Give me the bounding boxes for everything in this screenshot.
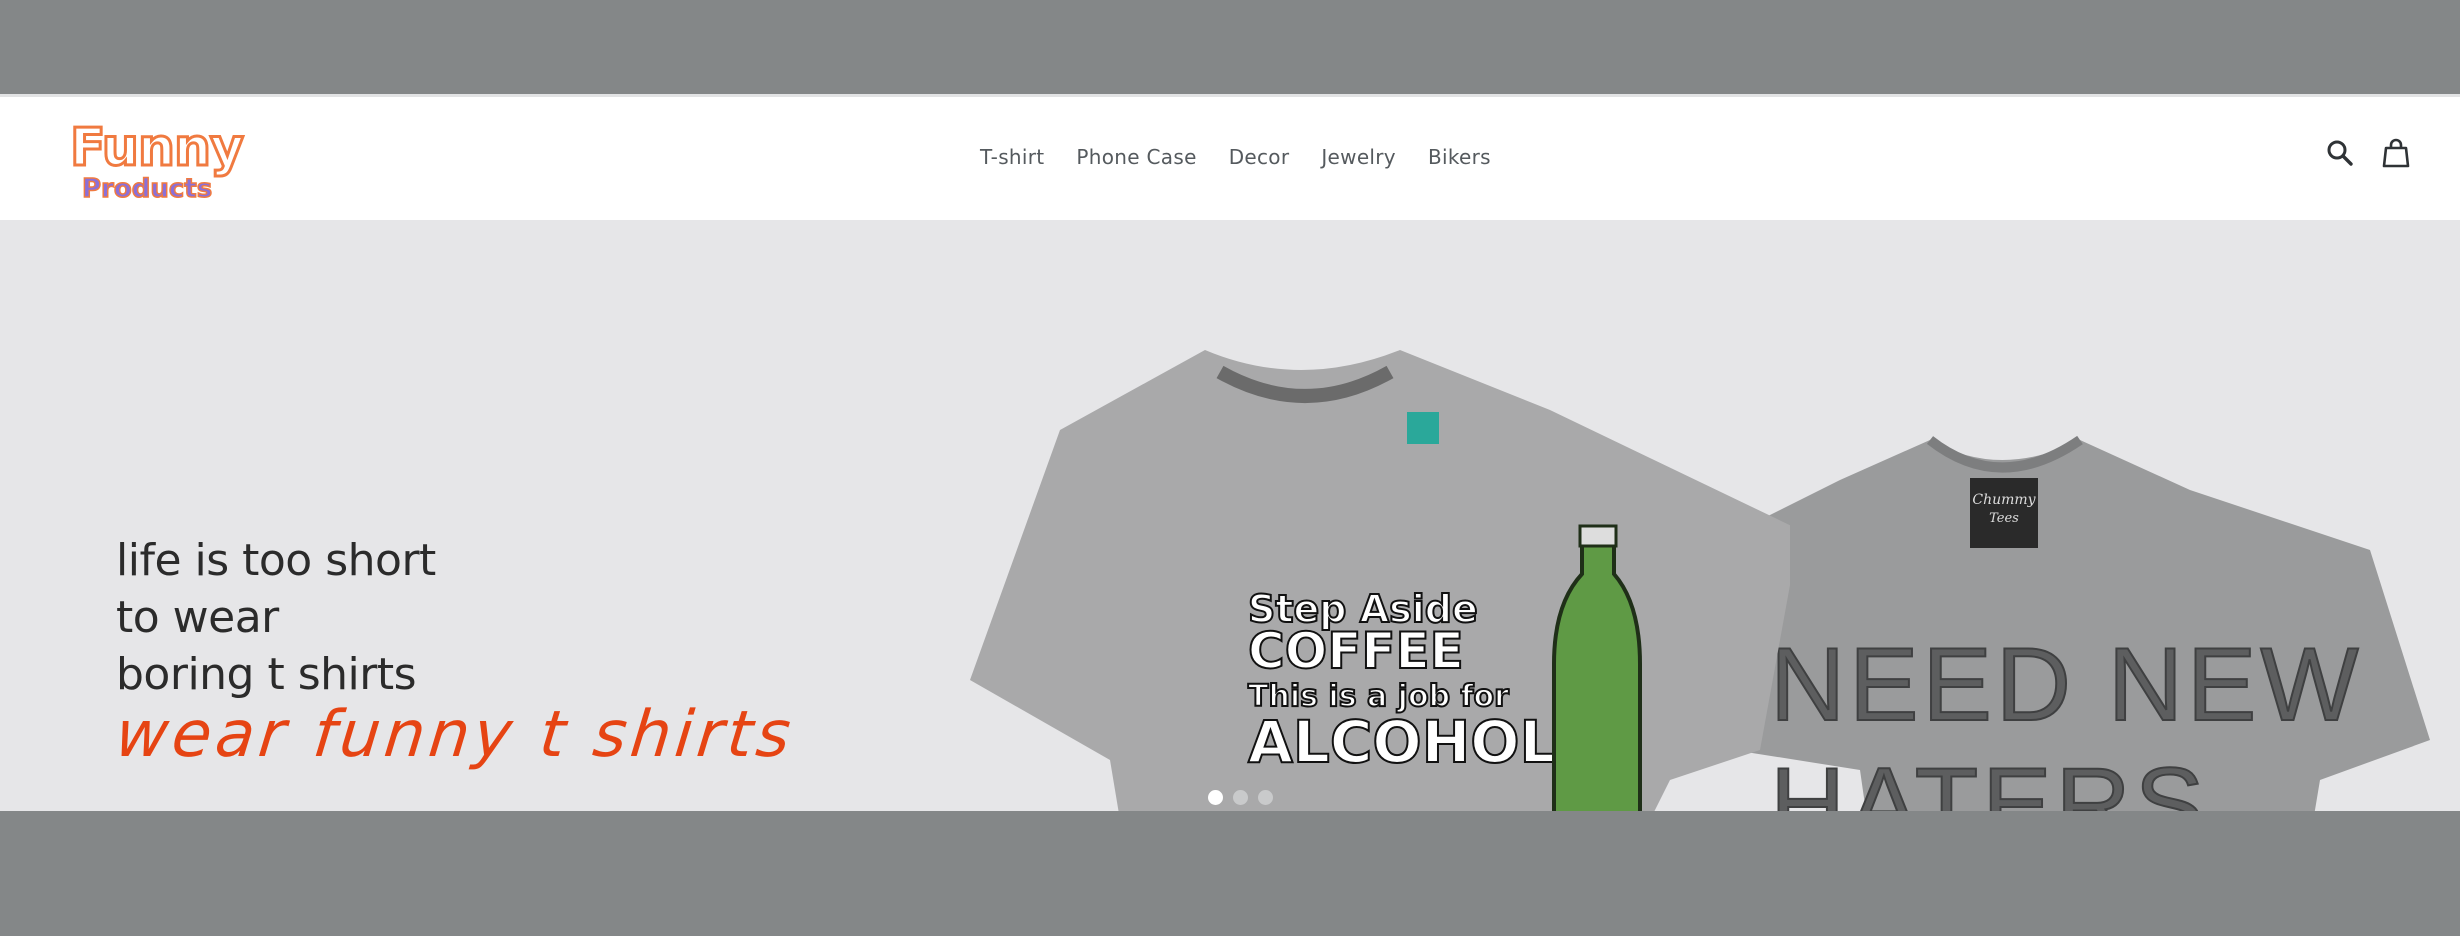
top-overlay-band	[0, 0, 2460, 94]
hero-line-2: to wear	[116, 592, 279, 643]
shirt2-print-line1: NEED NEW	[1770, 627, 2362, 743]
main-nav: T-shirt Phone Case Decor Jewelry Bikers	[968, 97, 1507, 217]
header-actions	[2324, 137, 2412, 169]
slide-dot-3[interactable]	[1258, 790, 1273, 805]
hero-line-1: life is too short	[116, 535, 436, 586]
cart-icon	[2382, 138, 2410, 168]
nav-decor[interactable]: Decor	[1213, 139, 1306, 175]
shirt2-tag-line2: Tees	[1989, 511, 2019, 526]
nav-bikers[interactable]: Bikers	[1412, 139, 1507, 175]
nav-phone-case[interactable]: Phone Case	[1060, 139, 1212, 175]
logo-word-funny: Funny	[70, 118, 243, 178]
shirt2-tag-line1: Chummy	[1972, 492, 2036, 508]
hero-line-3: boring t shirts	[116, 649, 417, 700]
hero-cta-text: wear funny t shirts	[112, 698, 798, 772]
site-logo[interactable]: Funny Products	[68, 115, 268, 204]
hero-tagline: life is too short to wear boring t shirt…	[116, 532, 436, 703]
logo-word-products: Products	[82, 174, 212, 203]
shirt1-print-line2: COFFEE	[1248, 622, 1464, 680]
slideshow-dots	[1208, 790, 1273, 805]
bottom-overlay-band	[0, 811, 2460, 936]
search-button[interactable]	[2324, 137, 2356, 169]
site-header: Funny Products T-shirt Phone Case Decor …	[0, 94, 2460, 220]
slide-dot-1[interactable]	[1208, 790, 1223, 805]
shirt-image-step-aside-coffee: Step Aside COFFEE This is a job for ALCO…	[970, 350, 1790, 811]
shirt2-print-line2: HATERS	[1770, 747, 2208, 811]
shirt1-print-line4: ALCOHOL	[1248, 708, 1557, 776]
hero-slideshow: life is too short to wear boring t shirt…	[0, 220, 2460, 811]
nav-tshirt[interactable]: T-shirt	[968, 139, 1060, 175]
search-icon	[2327, 140, 2353, 166]
nav-jewelry[interactable]: Jewelry	[1305, 139, 1412, 175]
slide-dot-2[interactable]	[1233, 790, 1248, 805]
cart-button[interactable]	[2380, 137, 2412, 169]
